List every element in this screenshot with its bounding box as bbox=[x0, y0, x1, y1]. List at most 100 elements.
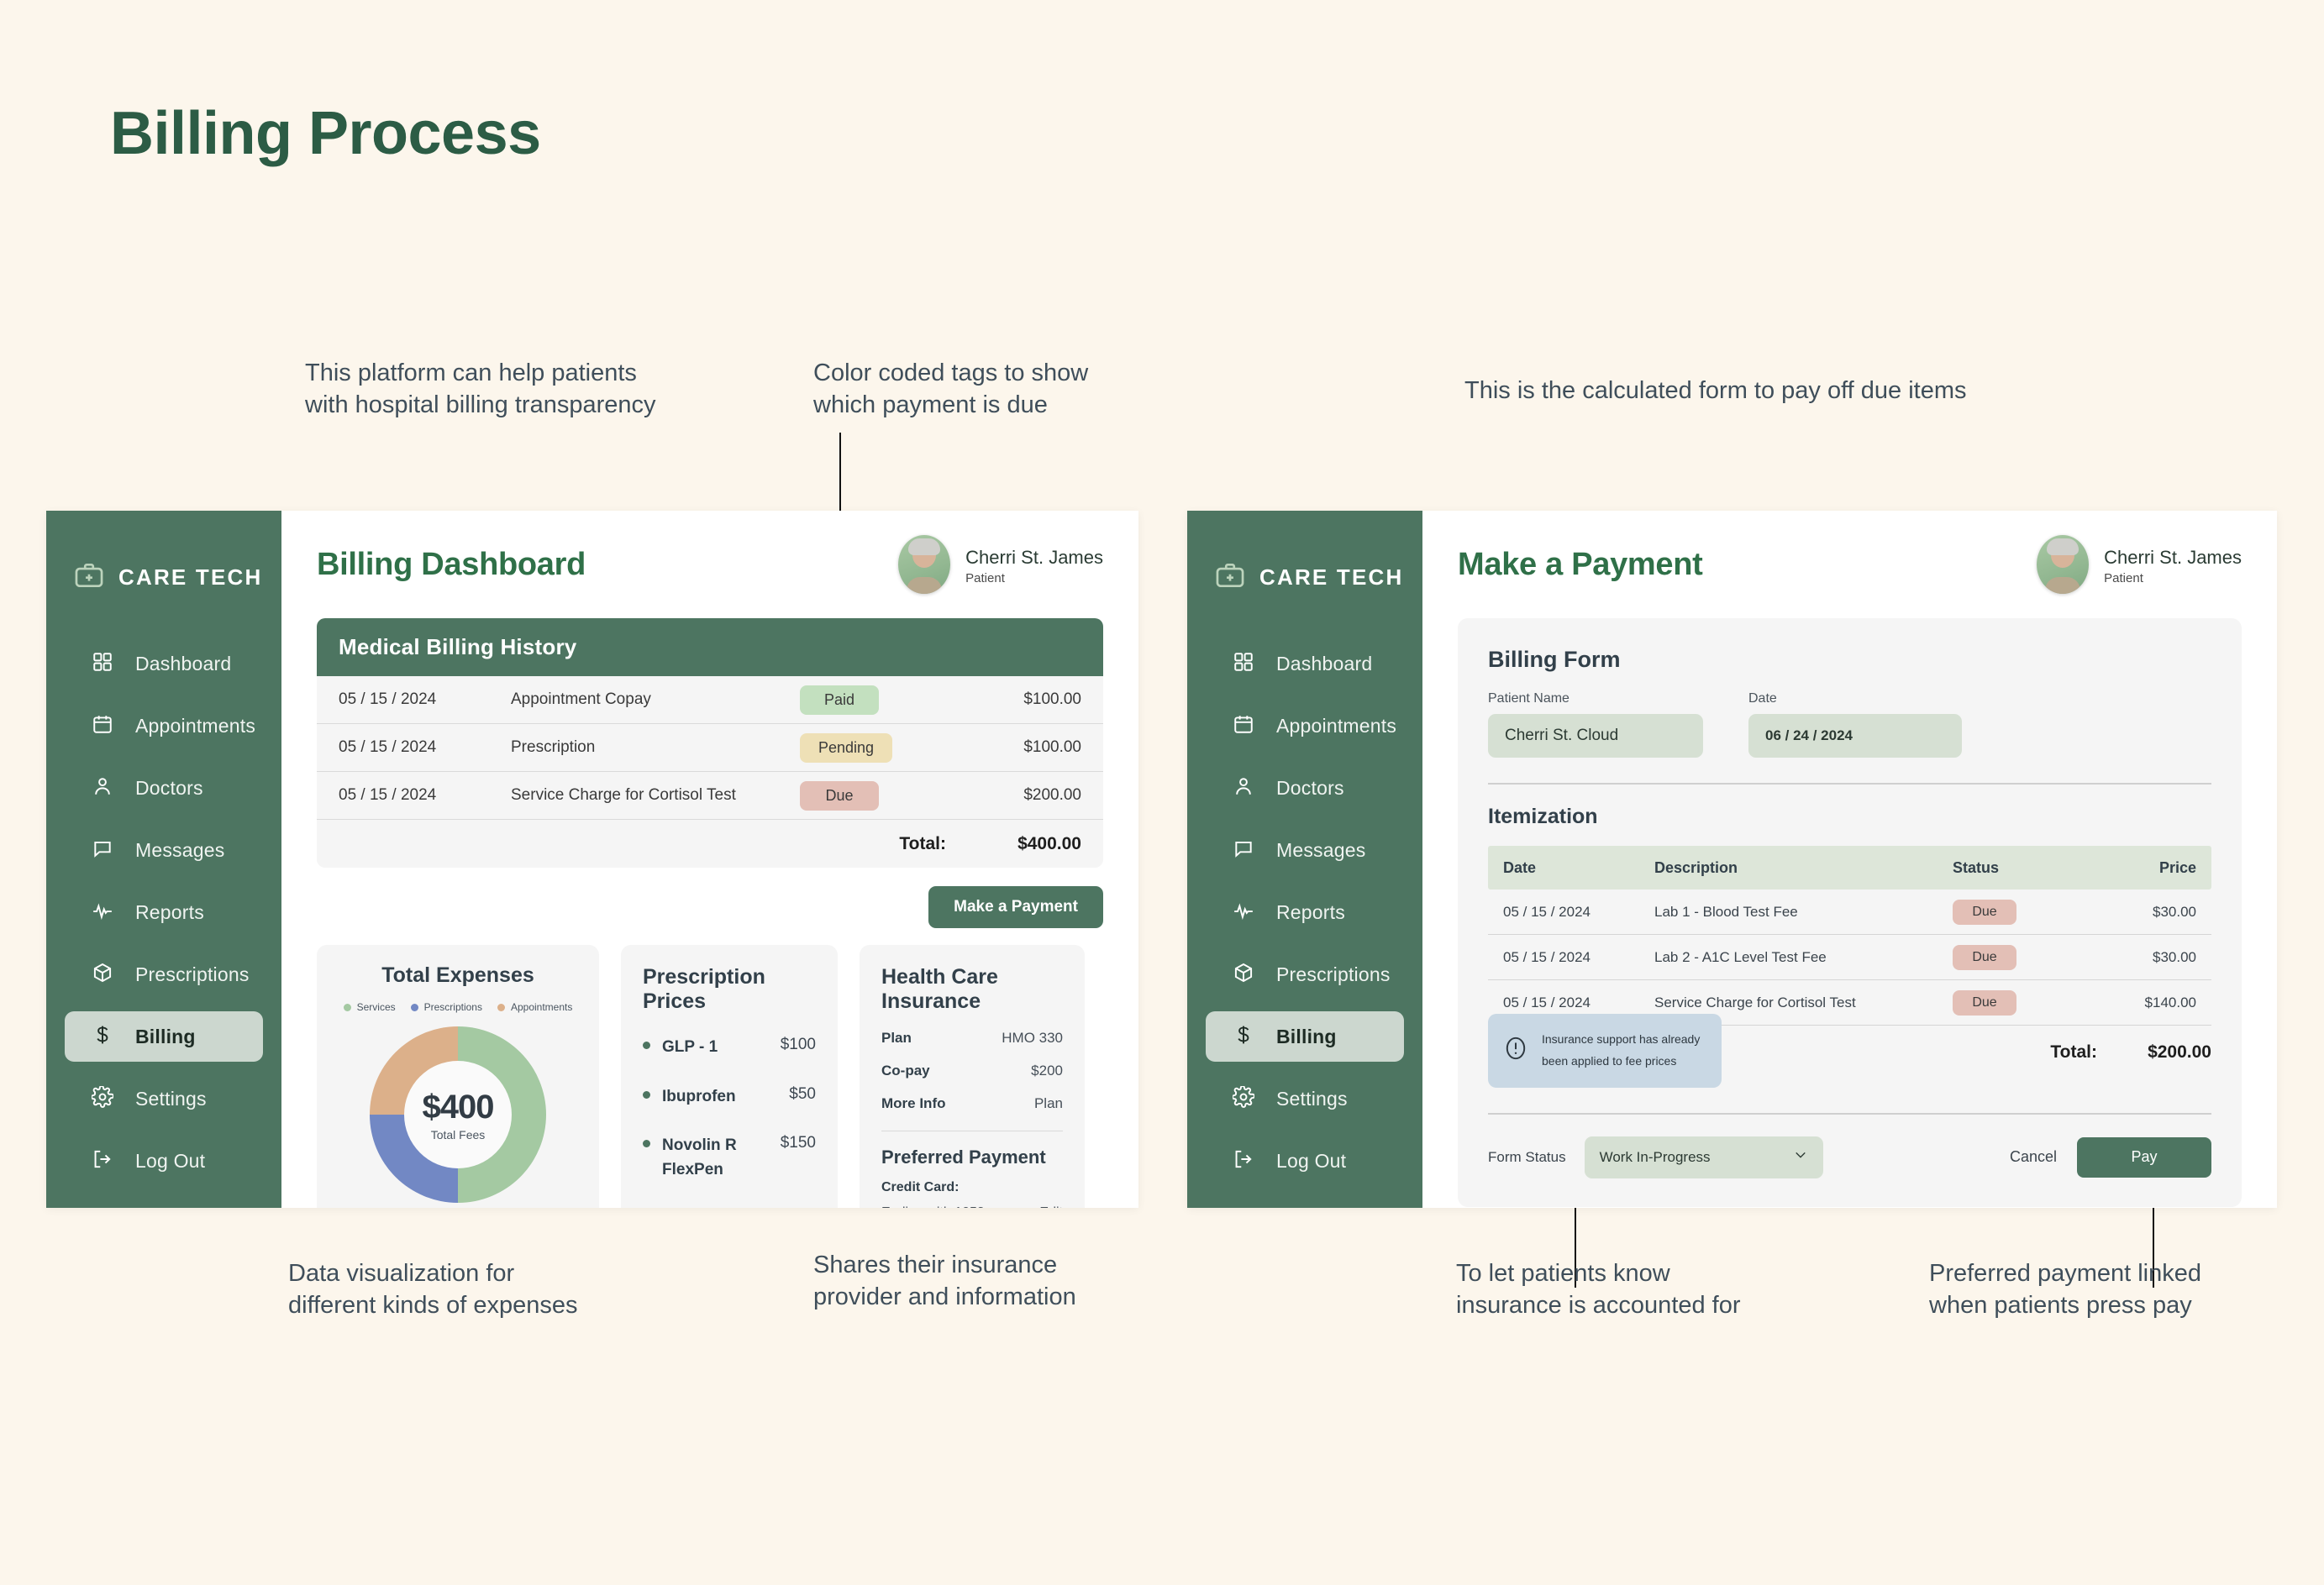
sidebar-item-prescriptions[interactable]: Prescriptions bbox=[65, 949, 263, 1000]
table-row[interactable]: 05 / 15 / 2024 Lab 2 - A1C Level Test Fe… bbox=[1488, 935, 2211, 980]
row-description: Service Charge for Cortisol Test bbox=[1654, 994, 1856, 1010]
edit-card-link[interactable]: Edit bbox=[1039, 1205, 1063, 1208]
cancel-button[interactable]: Cancel bbox=[2010, 1148, 2057, 1166]
sidebar-item-label: Log Out bbox=[135, 1149, 206, 1172]
legend-dot-appointments bbox=[497, 1003, 505, 1011]
list-item: GLP - 1 $100 bbox=[643, 1036, 816, 1060]
sidebar-item-dashboard[interactable]: Dashboard bbox=[65, 638, 263, 689]
brand-text: CARE TECH bbox=[1259, 564, 1404, 590]
chat-bubble-icon bbox=[92, 837, 113, 863]
sidebar-item-label: Doctors bbox=[1276, 776, 1344, 799]
table-row[interactable]: 05 / 15 / 2024 Lab 1 - Blood Test Fee Du… bbox=[1488, 890, 2211, 935]
package-icon bbox=[92, 962, 113, 988]
row-price: $100.00 bbox=[1023, 738, 1081, 756]
insurance-note: Insurance support has already been appli… bbox=[1488, 1014, 1722, 1088]
user-role: Patient bbox=[2104, 571, 2143, 585]
insurance-value: HMO 330 bbox=[1002, 1030, 1063, 1046]
sidebar-item-label: Dashboard bbox=[135, 652, 232, 674]
donut-value: $400 bbox=[422, 1088, 495, 1126]
sidebar-item-logout[interactable]: Log Out bbox=[1206, 1136, 1404, 1186]
list-item: Ibuprofen $50 bbox=[643, 1085, 816, 1110]
sidebar-bottom-nav: Settings Log Out bbox=[1187, 1073, 1422, 1208]
sidebar-item-label: Settings bbox=[1276, 1087, 1348, 1110]
total-label: Total: bbox=[899, 833, 946, 853]
sidebar-dashboard: CARE TECH Dashboard Appointments Doctors… bbox=[46, 511, 281, 1208]
donut-chart: $400 Total Fees bbox=[370, 1026, 546, 1203]
table-row[interactable]: 05 / 15 / 2024 Appointment Copay Paid $1… bbox=[317, 676, 1103, 724]
sidebar-item-prescriptions[interactable]: Prescriptions bbox=[1206, 949, 1404, 1000]
sidebar-item-messages[interactable]: Messages bbox=[65, 825, 263, 875]
sidebar-item-label: Reports bbox=[1276, 900, 1345, 923]
brand: CARE TECH bbox=[1187, 539, 1422, 603]
row-status: Due bbox=[1953, 899, 2104, 925]
avatar bbox=[898, 535, 951, 594]
sidebar-item-doctors[interactable]: Doctors bbox=[65, 763, 263, 813]
chat-bubble-icon bbox=[1233, 837, 1254, 863]
row-date: 05 / 15 / 2024 bbox=[339, 690, 437, 708]
sidebar-item-label: Messages bbox=[135, 838, 225, 861]
prescription-prices-card: Prescription Prices GLP - 1 $100 Ibuprof… bbox=[621, 945, 838, 1208]
card-ending-text: Ending with 1053 bbox=[881, 1205, 985, 1208]
date-input[interactable]: 06 / 24 / 2024 bbox=[1748, 714, 1962, 758]
sidebar-nav: Dashboard Appointments Doctors Messages … bbox=[46, 638, 281, 1073]
sidebar-item-appointments[interactable]: Appointments bbox=[65, 701, 263, 751]
chevron-down-icon bbox=[1793, 1147, 1808, 1167]
total-expenses-card: Total Expenses Services Prescriptions Ap… bbox=[317, 945, 599, 1208]
billing-form-title: Billing Form bbox=[1488, 647, 1621, 672]
sidebar-item-logout[interactable]: Log Out bbox=[65, 1136, 263, 1186]
sidebar-item-settings[interactable]: Settings bbox=[1206, 1073, 1404, 1124]
dollar-icon bbox=[1233, 1024, 1254, 1050]
bullet-icon bbox=[643, 1140, 650, 1147]
table-row[interactable]: 05 / 15 / 2024 Prescription Pending $100… bbox=[317, 724, 1103, 772]
grid-icon bbox=[92, 651, 113, 677]
patient-name-input[interactable]: Cherri St. Cloud bbox=[1488, 714, 1703, 758]
sidebar-item-dashboard[interactable]: Dashboard bbox=[1206, 638, 1404, 689]
card-title: Health Care Insurance bbox=[881, 965, 998, 1013]
dashboard-main: Billing Dashboard Cherri St. James Patie… bbox=[281, 511, 1138, 1208]
insurance-row: Plan HMO 330 bbox=[881, 1030, 1063, 1047]
sidebar-item-label: Dashboard bbox=[1276, 652, 1373, 674]
insurance-label: Co-pay bbox=[881, 1063, 930, 1079]
make-a-payment-button[interactable]: Make a Payment bbox=[928, 886, 1103, 928]
form-status-select[interactable]: Work In-Progress bbox=[1584, 1136, 1823, 1178]
bullet-icon bbox=[643, 1090, 650, 1099]
sidebar-item-settings[interactable]: Settings bbox=[65, 1073, 263, 1124]
table-header-row: Date Description Status Price bbox=[1488, 846, 2211, 890]
sidebar-item-reports[interactable]: Reports bbox=[65, 887, 263, 937]
sidebar-item-billing[interactable]: Billing bbox=[1206, 1011, 1404, 1062]
preferred-payment-title: Preferred Payment bbox=[881, 1147, 1046, 1168]
sidebar-item-messages[interactable]: Messages bbox=[1206, 825, 1404, 875]
billing-form-panel: Billing Form Patient Name Cherri St. Clo… bbox=[1458, 618, 2242, 1207]
sidebar-item-appointments[interactable]: Appointments bbox=[1206, 701, 1404, 751]
user-role: Patient bbox=[965, 571, 1005, 585]
payment-topbar: Make a Payment Cherri St. James Patient bbox=[1458, 511, 2242, 618]
user-profile[interactable]: Cherri St. James Patient bbox=[2037, 535, 2242, 594]
user-profile[interactable]: Cherri St. James Patient bbox=[898, 535, 1103, 594]
sidebar-item-billing[interactable]: Billing bbox=[65, 1011, 263, 1062]
sidebar-item-doctors[interactable]: Doctors bbox=[1206, 763, 1404, 813]
logout-icon bbox=[1233, 1148, 1254, 1174]
sidebar-item-label: Messages bbox=[1276, 838, 1366, 861]
sidebar-item-label: Settings bbox=[135, 1087, 207, 1110]
medical-briefcase-icon bbox=[73, 559, 105, 596]
avatar bbox=[2037, 535, 2090, 594]
row-description: Appointment Copay bbox=[511, 690, 651, 708]
pay-button[interactable]: Pay bbox=[2077, 1136, 2211, 1178]
rx-price: $50 bbox=[789, 1084, 816, 1103]
insurance-value[interactable]: Plan bbox=[1034, 1095, 1063, 1112]
status-badge: Due bbox=[1953, 899, 2016, 925]
row-price: $200.00 bbox=[1023, 786, 1081, 804]
insurance-note-text: Insurance support has already been appli… bbox=[1542, 1029, 1700, 1073]
legend-dot-services bbox=[343, 1003, 351, 1011]
annotation-insurance-accounted: To let patients know insurance is accoun… bbox=[1456, 1260, 1741, 1320]
medical-briefcase-icon bbox=[1214, 559, 1246, 596]
row-status: Due bbox=[1953, 944, 2104, 970]
row-description: Service Charge for Cortisol Test bbox=[511, 786, 736, 804]
column-header-price: Price bbox=[2158, 858, 2196, 876]
insurance-row[interactable]: More Info Plan bbox=[881, 1095, 1063, 1112]
sidebar-item-label: Reports bbox=[135, 900, 204, 923]
payment-main: Make a Payment Cherri St. James Patient … bbox=[1422, 511, 2277, 1208]
table-row[interactable]: 05 / 15 / 2024 Service Charge for Cortis… bbox=[317, 772, 1103, 820]
sidebar-item-reports[interactable]: Reports bbox=[1206, 887, 1404, 937]
logout-icon bbox=[92, 1148, 113, 1174]
